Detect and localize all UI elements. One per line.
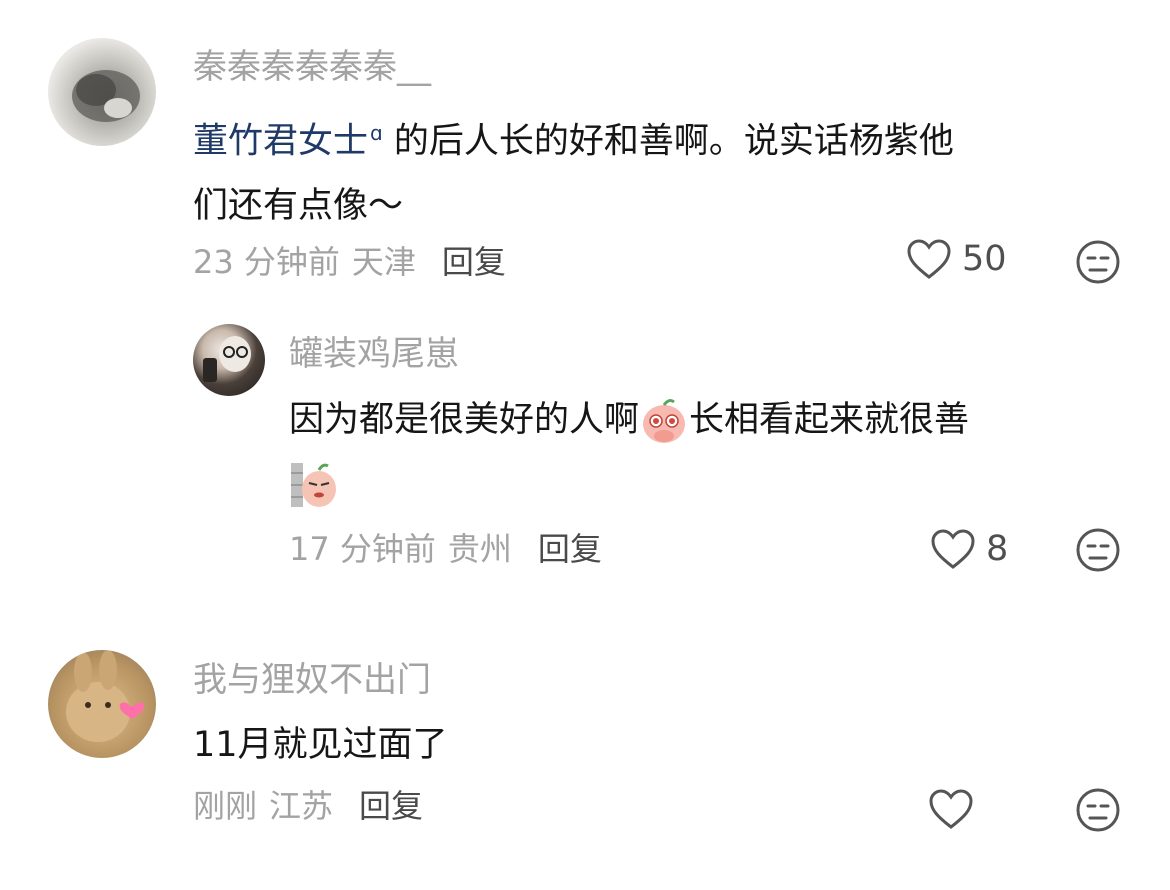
- comment-text: 11月就见过面了: [193, 713, 1133, 777]
- heart-icon: [931, 529, 975, 569]
- comment-meta: 刚刚 江苏 回复: [193, 786, 423, 826]
- like-count: 50: [962, 239, 1007, 279]
- peeking-peach-emoji: [291, 463, 336, 507]
- comment-time: 23 分钟前: [193, 243, 340, 281]
- reply-time: 17 分钟前: [289, 530, 436, 568]
- reply-button[interactable]: 回复: [442, 243, 506, 281]
- comment-text: 董竹君女士 ɑ 的后人长的好和善啊。说实话杨紫他 们还有点像～: [193, 101, 1133, 238]
- reply-username[interactable]: 罐装鸡尾崽: [289, 334, 459, 374]
- reply-button[interactable]: 回复: [538, 530, 602, 568]
- comment-location: 江苏: [269, 787, 334, 825]
- heart-icon: [907, 239, 951, 279]
- like-button[interactable]: [928, 788, 984, 830]
- neutral-face-icon: [1076, 240, 1120, 284]
- dislike-button[interactable]: [1075, 527, 1121, 573]
- like-count: 8: [986, 529, 1009, 569]
- selfie-avatar[interactable]: [193, 324, 265, 396]
- rabbit-plush-avatar[interactable]: [48, 650, 156, 758]
- like-button[interactable]: 50: [906, 238, 1007, 280]
- neutral-face-icon: [1076, 528, 1120, 572]
- mention-link[interactable]: 董竹君女士: [193, 122, 368, 162]
- comment-list: 秦秦秦秦秦秦__ 董竹君女士 ɑ 的后人长的好和善啊。说实话杨紫他 们还有点像～ …: [0, 0, 1170, 890]
- search-icon: ɑ: [370, 121, 383, 145]
- comment-time: 刚刚: [193, 787, 258, 825]
- cat-avatar[interactable]: [48, 38, 156, 146]
- comment-text-line: 11月就见过面了: [193, 725, 448, 765]
- reply-location: 贵州: [447, 530, 512, 568]
- like-button[interactable]: 8: [930, 528, 1008, 570]
- reply-text: 因为都是很美好的人啊 长相看起来就很善: [289, 388, 1129, 516]
- reply-button[interactable]: 回复: [359, 787, 423, 825]
- comment-meta: 23 分钟前 天津 回复: [193, 242, 506, 282]
- reply-text-line: 长相看起来就很善: [689, 400, 970, 440]
- comment-location: 天津: [351, 243, 416, 281]
- dislike-button[interactable]: [1075, 787, 1121, 833]
- reply-meta: 17 分钟前 贵州 回复: [289, 529, 602, 569]
- comment-username[interactable]: 秦秦秦秦秦秦__: [193, 47, 431, 87]
- reply-text-line: 因为都是很美好的人啊: [289, 400, 640, 440]
- comment-text-line: 们还有点像～: [193, 185, 404, 226]
- dislike-button[interactable]: [1075, 239, 1121, 285]
- pleading-peach-emoji: [643, 399, 686, 443]
- comment-username[interactable]: 我与狸奴不出门: [193, 660, 431, 700]
- comment-text-line: 的后人长的好和善啊。说实话杨紫他: [382, 121, 954, 162]
- neutral-face-icon: [1076, 788, 1120, 832]
- heart-icon: [929, 789, 973, 829]
